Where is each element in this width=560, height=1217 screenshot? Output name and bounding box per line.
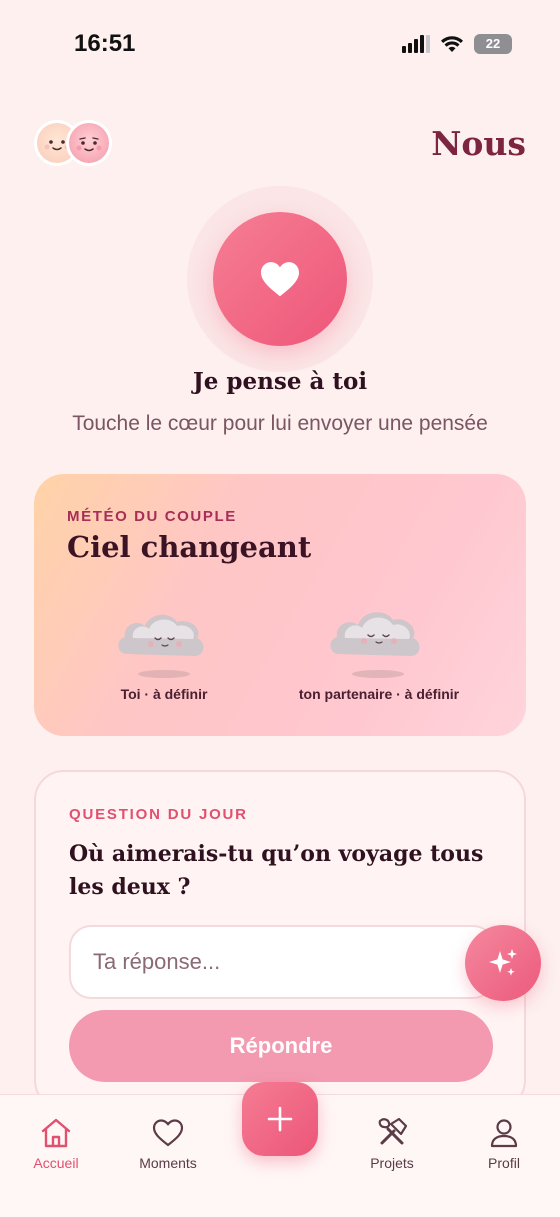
weather-label: MÉTÉO DU COUPLE [67,508,237,525]
tools-icon [378,1117,408,1145]
reply-button[interactable]: Répondre [69,1010,493,1082]
heart-icon [261,262,299,297]
tab-label: Projets [370,1155,414,1171]
cloud-icon [109,598,219,680]
cloud-icon [321,598,435,680]
status-icons: 22 [402,34,512,54]
home-icon [41,1118,71,1148]
battery-icon: 22 [474,34,512,54]
avatar-partner [66,120,112,166]
header: Nous [0,118,560,174]
send-thought-button[interactable] [213,212,347,346]
heart-outline-icon [152,1119,184,1147]
add-button[interactable] [242,1082,318,1156]
sparkle-button[interactable] [465,925,541,1001]
tab-label: Moments [139,1155,197,1171]
avatar-face-icon [76,137,102,152]
tab-moments[interactable]: Moments [112,1115,224,1185]
question-text: Où aimerais-tu qu’on voyage tous les deu… [69,841,484,900]
couple-weather-card[interactable]: MÉTÉO DU COUPLE Ciel changeant Toi · à d… [34,474,526,736]
wifi-icon [441,36,463,52]
status-bar: 16:51 22 [0,0,560,90]
weather-caption-partner: ton partenaire · à définir [298,686,460,702]
weather-value: Ciel changeant [67,530,312,564]
tab-accueil[interactable]: Accueil [0,1115,112,1185]
answer-input[interactable] [69,925,495,999]
sparkle-icon [489,949,517,976]
tab-profil[interactable]: Profil [448,1115,560,1185]
daily-question-card: QUESTION DU JOUR Où aimerais-tu qu’on vo… [34,770,526,1110]
status-time: 16:51 [74,30,136,57]
couple-avatars[interactable] [34,120,118,168]
page-title: Nous [431,124,526,163]
question-label: QUESTION DU JOUR [69,806,248,823]
tab-label: Profil [488,1155,520,1171]
person-icon [490,1119,518,1148]
signal-icon [402,35,430,53]
thought-title: Je pense à toi [192,368,368,395]
tab-label: Accueil [33,1155,79,1171]
tab-projets[interactable]: Projets [336,1115,448,1185]
weather-caption-user: Toi · à définir [120,686,208,702]
plus-icon [267,1106,293,1132]
thought-subtitle: Touche le cœur pour lui envoyer une pens… [72,412,488,435]
